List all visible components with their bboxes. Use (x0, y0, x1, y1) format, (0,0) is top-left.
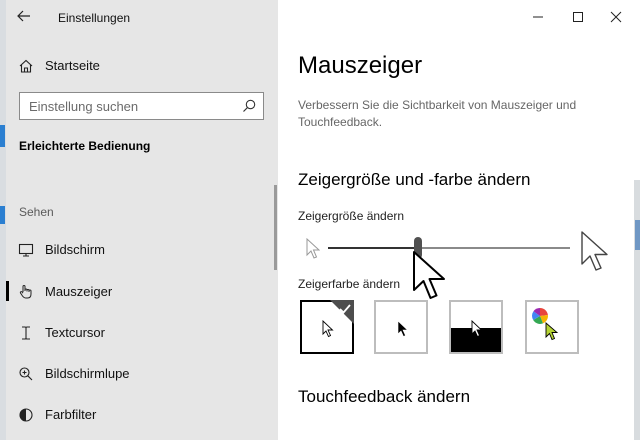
search-placeholder: Einstellung suchen (29, 99, 139, 114)
size-color-section-title: Zeigergröße und -farbe ändern (298, 170, 531, 189)
small-cursor-icon (306, 238, 320, 259)
white-cursor-icon (322, 320, 334, 338)
pointer-hand-icon (18, 284, 34, 300)
home-icon (18, 58, 34, 74)
color-options-label: Zeigerfarbe ändern (298, 277, 401, 291)
desktop-fragment (0, 125, 5, 147)
title-bar: Einstellungen (6, 0, 278, 34)
minimize-button[interactable] (526, 6, 550, 28)
touch-feedback-section-title: Touchfeedback ändern (298, 387, 471, 406)
sidebar-scrollbar[interactable] (274, 185, 277, 270)
color-option-custom[interactable] (525, 300, 579, 354)
magnifier-icon (18, 366, 34, 382)
close-button[interactable] (604, 6, 628, 28)
selection-indicator (6, 281, 9, 301)
sidebar-item-textcursor[interactable]: Textcursor (6, 314, 278, 352)
settings-sidebar: Einstellungen Startseite Einstellung suc… (6, 0, 278, 440)
back-arrow-icon (17, 10, 30, 22)
inverted-cursor-icon (471, 320, 483, 338)
page-description: Verbessern Sie die Sichtbarkeit von Maus… (298, 98, 577, 129)
section-title: Erleichterte Bedienung (19, 139, 151, 153)
maximize-button[interactable] (566, 6, 590, 28)
sidebar-item-farbfilter[interactable]: Farbfilter (6, 396, 278, 434)
sidebar-item-bildschirm[interactable]: Bildschirm (6, 231, 278, 269)
mouse-pointer (413, 251, 445, 299)
text-cursor-icon (18, 325, 34, 341)
sidebar-item-label: Bildschirmlupe (45, 366, 130, 381)
size-slider-label: Zeigergröße ändern (298, 209, 405, 223)
search-icon[interactable] (241, 98, 257, 114)
sidebar-item-mauszeiger[interactable]: Mauszeiger (6, 273, 278, 311)
sidebar-item-label: Mauszeiger (45, 284, 113, 299)
sidebar-item-label: Startseite (45, 58, 100, 73)
color-option-inverted[interactable] (449, 300, 503, 354)
sidebar-item-bildschirmlupe[interactable]: Bildschirmlupe (6, 355, 278, 393)
group-label: Sehen (19, 205, 54, 219)
desktop-background-right (634, 180, 640, 440)
search-input[interactable]: Einstellung suchen (19, 92, 264, 120)
sidebar-item-label: Textcursor (45, 325, 105, 340)
color-option-white[interactable] (300, 300, 354, 354)
app-title: Einstellungen (58, 11, 131, 25)
pointer-size-slider[interactable] (300, 231, 630, 272)
sidebar-item-label: Bildschirm (45, 242, 105, 257)
close-icon (610, 11, 622, 23)
page-title: Mauszeiger (298, 52, 423, 79)
settings-content: Mauszeiger Verbessern Sie die Sichtbarke… (278, 0, 634, 440)
sidebar-item-label: Farbfilter (45, 407, 97, 422)
black-cursor-icon (397, 320, 409, 337)
color-filter-icon (18, 407, 34, 423)
maximize-icon (573, 12, 583, 22)
back-button[interactable] (14, 6, 34, 26)
desktop-fragment (635, 220, 640, 250)
color-option-black[interactable] (374, 300, 428, 354)
monitor-icon (18, 242, 34, 258)
minimize-icon (533, 16, 543, 18)
custom-color-cursor-icon (545, 322, 559, 341)
large-cursor-icon (581, 231, 608, 271)
desktop-fragment (0, 206, 5, 224)
sidebar-item-home[interactable]: Startseite (6, 47, 278, 85)
slider-track-fill (328, 247, 418, 249)
